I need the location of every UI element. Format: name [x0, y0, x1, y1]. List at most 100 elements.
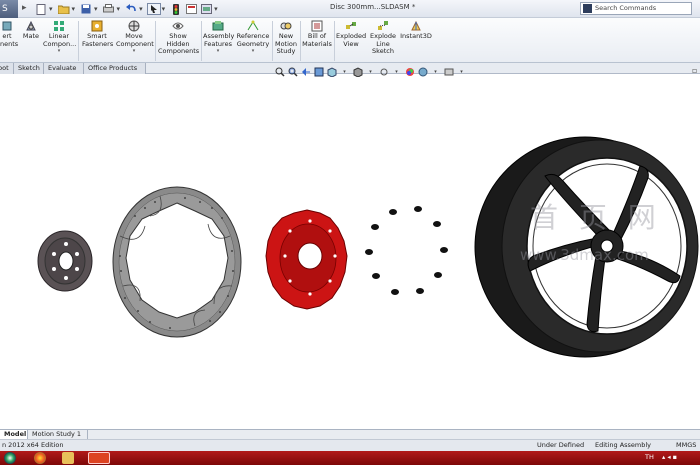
display-style-icon[interactable]	[352, 67, 363, 77]
linear-pattern-dropdown-icon[interactable]: ▾	[43, 48, 75, 56]
window-restore-icon[interactable]: ▫	[692, 66, 697, 75]
print-icon[interactable]	[102, 3, 116, 15]
ribbon-separator	[155, 21, 156, 61]
new-motion-study-label: New Motion Study	[274, 32, 298, 55]
assembly-features-label: Assembly Features	[203, 32, 235, 48]
explode-line-sketch-button[interactable]: Explode Line Sketch	[368, 20, 398, 56]
brake-disc-part[interactable]	[112, 186, 242, 338]
view-settings-icon[interactable]	[443, 67, 454, 77]
edit-appearance-icon[interactable]	[404, 67, 415, 77]
options-icon[interactable]	[199, 3, 213, 15]
undo-dropdown-icon[interactable]: ▾	[139, 5, 143, 13]
chrome-icon[interactable]	[34, 452, 46, 464]
bill-of-materials-icon	[311, 20, 323, 32]
exploded-view-button[interactable]: Exploded View	[336, 20, 366, 48]
display-style-dropdown-icon[interactable]: ▾	[365, 67, 376, 77]
graphics-area[interactable]: 首 页 网 www.3dmax.com	[0, 76, 700, 429]
explode-line-sketch-icon	[378, 21, 388, 30]
undo-icon[interactable]	[124, 3, 138, 15]
file-explorer-icon[interactable]	[62, 452, 74, 464]
reference-geometry-icon	[247, 20, 259, 31]
tab-sketch[interactable]: Sketch	[14, 63, 44, 74]
search-commands-input[interactable]: Search Commands	[580, 2, 692, 15]
open-folder-icon[interactable]	[57, 3, 71, 15]
new-dropdown-icon[interactable]: ▾	[49, 5, 53, 13]
explode-line-sketch-label: Explode Line Sketch	[370, 32, 396, 55]
section-view-icon[interactable]	[313, 67, 324, 77]
apply-scene-icon[interactable]	[417, 67, 428, 77]
linear-pattern-icon	[54, 21, 64, 31]
definition-status: Under Defined	[537, 441, 585, 449]
move-component-button[interactable]: Move Component ▾	[116, 20, 154, 56]
select-icon[interactable]	[146, 3, 161, 15]
save-dropdown-icon[interactable]: ▾	[94, 5, 98, 13]
bolt-set[interactable]	[365, 206, 448, 295]
file-properties-icon[interactable]	[184, 3, 198, 15]
assembly-features-dropdown-icon[interactable]: ▾	[203, 48, 233, 56]
print-dropdown-icon[interactable]: ▾	[117, 5, 121, 13]
bill-of-materials-button[interactable]: Bill of Materials	[302, 20, 332, 48]
hide-show-items-icon[interactable]	[378, 67, 389, 77]
select-dropdown-icon[interactable]: ▾	[162, 5, 166, 13]
linear-pattern-label: Linear Compon...	[43, 32, 77, 48]
move-component-icon	[128, 20, 140, 32]
apply-scene-dropdown-icon[interactable]: ▾	[430, 67, 441, 77]
new-document-icon[interactable]	[34, 3, 48, 15]
editing-mode: Editing Assembly	[595, 441, 652, 449]
ribbon-separator	[300, 21, 301, 61]
show-hidden-label: Show Hidden Components	[158, 32, 200, 55]
zoom-to-fit-icon[interactable]	[274, 67, 285, 77]
mate-label: Mate	[22, 32, 40, 40]
mate-button[interactable]: Mate	[22, 20, 40, 41]
reference-geometry-dropdown-icon[interactable]: ▾	[236, 48, 270, 56]
disc-carrier-part[interactable]	[265, 209, 348, 310]
assembly-features-icon	[212, 21, 224, 31]
mate-icon	[26, 20, 36, 31]
linear-pattern-button[interactable]: Linear Compon... ▾	[43, 20, 77, 56]
assembly-features-button[interactable]: Assembly Features ▾	[203, 20, 235, 56]
new-motion-study-button[interactable]: New Motion Study	[274, 20, 298, 56]
solidworks-taskbar-icon[interactable]	[88, 452, 110, 464]
title-bar: S ▸ ▾ ▾ ▾ ▾ ▾ ▾ ▾ Disc 300mm...SLDASM * …	[0, 0, 700, 18]
previous-view-icon[interactable]	[300, 67, 311, 77]
save-icon[interactable]	[79, 3, 93, 15]
insert-components-button[interactable]: ert onents	[0, 20, 18, 48]
tab-layout[interactable]: bot	[0, 63, 14, 74]
insert-components-label: ert onents	[0, 32, 19, 48]
instant3d-label: Instant3D	[400, 32, 432, 40]
system-tray-icon[interactable]: ▴ ◂ ▪	[662, 453, 677, 461]
options-dropdown-icon[interactable]: ▾	[214, 5, 218, 13]
hide-show-dropdown-icon[interactable]: ▾	[391, 67, 402, 77]
move-component-label: Move Component	[116, 32, 154, 48]
move-component-dropdown-icon[interactable]: ▾	[116, 48, 152, 56]
instant3d-button[interactable]: Instant3D	[400, 20, 432, 41]
expand-arrow-icon[interactable]: ▸	[22, 3, 27, 13]
smart-fasteners-button[interactable]: Smart Fasteners	[82, 20, 113, 48]
zoom-to-area-icon[interactable]	[287, 67, 298, 77]
open-dropdown-icon[interactable]: ▾	[72, 5, 76, 13]
traffic-light-icon[interactable]	[169, 3, 183, 15]
view-orientation-dropdown-icon[interactable]: ▾	[339, 67, 350, 77]
show-hidden-components-button[interactable]: Show Hidden Components	[158, 20, 200, 56]
reference-geometry-button[interactable]: Reference Geometry ▾	[236, 20, 270, 56]
tab-office-products[interactable]: Office Products	[84, 63, 146, 74]
unit-system[interactable]: MMGS	[676, 440, 696, 451]
app-menu-button[interactable]: S	[0, 0, 18, 18]
show-hidden-icon	[172, 22, 184, 30]
tab-evaluate[interactable]: Evaluate	[44, 63, 84, 74]
view-settings-dropdown-icon[interactable]: ▾	[456, 67, 467, 77]
input-language[interactable]: TH	[645, 453, 654, 461]
document-title: Disc 300mm...SLDASM *	[330, 3, 416, 11]
heads-up-view-toolbar: ▾ ▾ ▾ ▾ ▾	[274, 66, 469, 78]
search-placeholder: Search Commands	[595, 4, 657, 12]
search-logo-icon	[583, 4, 592, 13]
view-orientation-icon[interactable]	[326, 67, 337, 77]
instant3d-icon	[411, 20, 421, 31]
watermark-text: 首 页 网	[530, 201, 662, 234]
ribbon-separator	[272, 21, 273, 61]
edition-text: n 2012 x64 Edition	[2, 441, 64, 449]
hub-part[interactable]	[37, 230, 93, 292]
start-orb-icon[interactable]	[4, 452, 16, 464]
watermark-url: www.3dmax.com	[520, 246, 649, 264]
ribbon-separator	[201, 21, 202, 61]
